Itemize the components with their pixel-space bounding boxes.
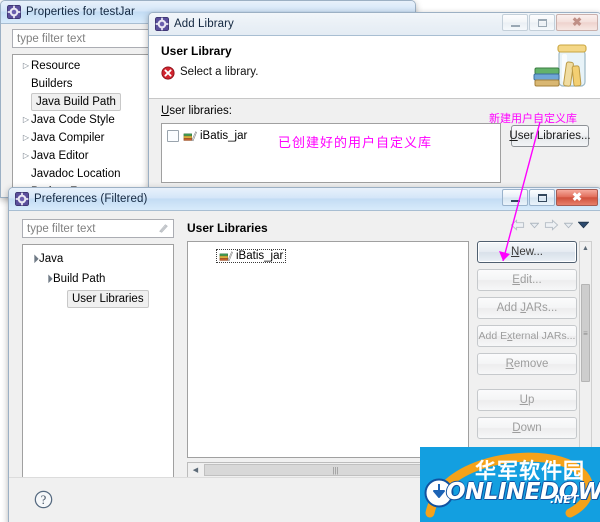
screenshot-root: Properties for testJar type filter text … xyxy=(0,0,600,522)
library-button-label: Down xyxy=(512,422,542,434)
add-library-header: User Library Select a library. xyxy=(149,36,600,99)
chevron-down-icon[interactable] xyxy=(564,222,573,229)
user-library-checkbox[interactable] xyxy=(167,130,179,142)
preferences-tree-item[interactable]: ◢ Build Path xyxy=(23,271,173,286)
eclipse-icon xyxy=(7,5,21,19)
watermark-text-net: .NET xyxy=(550,493,579,506)
add-library-close-button[interactable]: ✖ xyxy=(556,14,598,31)
vscroll-up-arrow[interactable]: ▲ xyxy=(580,242,591,255)
preferences-tree[interactable]: ◢ Java ◢ Build Path User Libraries xyxy=(22,244,174,478)
arrow-right-icon[interactable] xyxy=(544,219,559,231)
buttons-vscrollbar[interactable]: ▲ ≡ xyxy=(579,241,592,458)
add-library-window[interactable]: Add Library ✖ User Library Select a libr… xyxy=(148,12,600,189)
chevron-right-icon[interactable]: ▷ xyxy=(21,58,31,73)
properties-filter-placeholder: type filter text xyxy=(17,32,86,45)
add-library-titlebar[interactable]: Add Library ✖ xyxy=(149,13,600,36)
hscroll-left-arrow[interactable]: ◀ xyxy=(188,463,203,477)
preferences-content-pane: User Libraries iBatis_jar ◀ ||| New... E… xyxy=(187,219,592,478)
preferences-tree-item[interactable]: ◢ Java xyxy=(23,251,173,266)
library-button-label: New... xyxy=(511,246,543,258)
library-button-label: Add JARs... xyxy=(496,302,558,314)
user-libraries-button[interactable]: User Libraries... xyxy=(509,125,591,147)
preferences-tree-item[interactable]: User Libraries xyxy=(23,289,173,308)
user-library-tree-item-label: iBatis_jar xyxy=(236,250,284,262)
annotation-new-user-library: 新建用户自定义库 xyxy=(489,112,577,125)
library-button-add-external-jars[interactable]: Add External JARs... xyxy=(477,325,577,347)
preferences-nav xyxy=(510,219,589,231)
library-button-label: Remove xyxy=(505,358,549,370)
add-library-error-message: Select a library. xyxy=(180,66,259,78)
properties-tree-item-label: Builders xyxy=(31,77,73,90)
error-icon xyxy=(161,66,175,80)
properties-tree-item-label: Java Build Path xyxy=(31,92,121,111)
add-library-minimize-button[interactable] xyxy=(502,14,528,31)
properties-title: Properties for testJar xyxy=(26,6,135,18)
preferences-maximize-button[interactable] xyxy=(529,189,555,206)
add-library-page-title: User Library xyxy=(161,44,232,58)
properties-tree-item-label: Java Editor xyxy=(31,149,89,162)
eclipse-icon xyxy=(155,17,169,31)
preferences-close-button[interactable]: ✖ xyxy=(556,189,598,206)
watermark: 华军软件园 ONLINEDOWN .NET xyxy=(420,447,600,522)
library-button-new[interactable]: New... xyxy=(477,241,577,263)
library-button-add-jars[interactable]: Add JARs... xyxy=(477,297,577,319)
preferences-page-heading: User Libraries xyxy=(187,221,268,235)
preferences-titlebar[interactable]: Preferences (Filtered) ✖ xyxy=(9,188,600,211)
chevron-right-icon[interactable]: ▷ xyxy=(21,112,31,127)
eclipse-icon xyxy=(15,192,29,206)
library-button-label: Edit... xyxy=(512,274,542,286)
svg-text:?: ? xyxy=(41,493,46,507)
chevron-right-icon[interactable]: ▷ xyxy=(21,130,31,145)
user-library-tree-item-content: iBatis_jar xyxy=(216,249,287,263)
library-books-icon xyxy=(219,251,233,262)
library-button-up[interactable]: Up xyxy=(477,389,577,411)
user-libraries-tree[interactable]: iBatis_jar xyxy=(187,241,469,458)
chevron-right-icon[interactable]: ▷ xyxy=(21,148,31,163)
user-libraries-label: User libraries: xyxy=(161,105,232,117)
clear-filter-icon[interactable] xyxy=(158,223,169,234)
vscroll-thumb[interactable]: ≡ xyxy=(581,284,590,382)
properties-tree-item-label: Javadoc Location xyxy=(31,167,121,180)
library-jar-icon xyxy=(529,38,593,96)
properties-tree-item-label: Resource xyxy=(31,59,81,72)
chevron-down-icon[interactable] xyxy=(530,222,539,229)
add-library-title: Add Library xyxy=(174,18,234,30)
user-library-tree-item[interactable]: iBatis_jar xyxy=(188,248,468,264)
library-button-label: Add External JARs... xyxy=(478,330,576,342)
properties-tree-item-label: Java Code Style xyxy=(31,113,115,126)
library-button-down[interactable]: Down xyxy=(477,417,577,439)
preferences-minimize-button[interactable] xyxy=(502,189,528,206)
preferences-tree-item-label: Java xyxy=(39,252,64,265)
preferences-tree-item-label: User Libraries xyxy=(67,289,149,308)
library-button-label: Up xyxy=(519,394,535,406)
library-button-remove[interactable]: Remove xyxy=(477,353,577,375)
preferences-tree-item-label: Build Path xyxy=(53,272,106,285)
preferences-filter-input[interactable]: type filter text xyxy=(22,219,174,238)
properties-tree-item-label: Java Compiler xyxy=(31,131,105,144)
library-books-icon xyxy=(183,131,197,142)
preferences-window-buttons: ✖ xyxy=(502,189,598,206)
add-library-window-buttons: ✖ xyxy=(502,14,598,31)
preferences-title: Preferences (Filtered) xyxy=(34,193,148,205)
add-library-maximize-button[interactable] xyxy=(529,14,555,31)
preferences-filter-placeholder: type filter text xyxy=(27,222,96,235)
user-libraries-button-label: User Libraries... xyxy=(509,130,591,142)
arrow-left-icon[interactable] xyxy=(510,219,525,231)
chevron-down-filled-icon[interactable] xyxy=(578,221,589,229)
annotation-existing-user-library: 已创建好的用户自定义库 xyxy=(278,136,433,151)
help-question-icon[interactable]: ? xyxy=(34,490,53,509)
library-button-edit[interactable]: Edit... xyxy=(477,269,577,291)
user-library-name: iBatis_jar xyxy=(200,130,248,142)
